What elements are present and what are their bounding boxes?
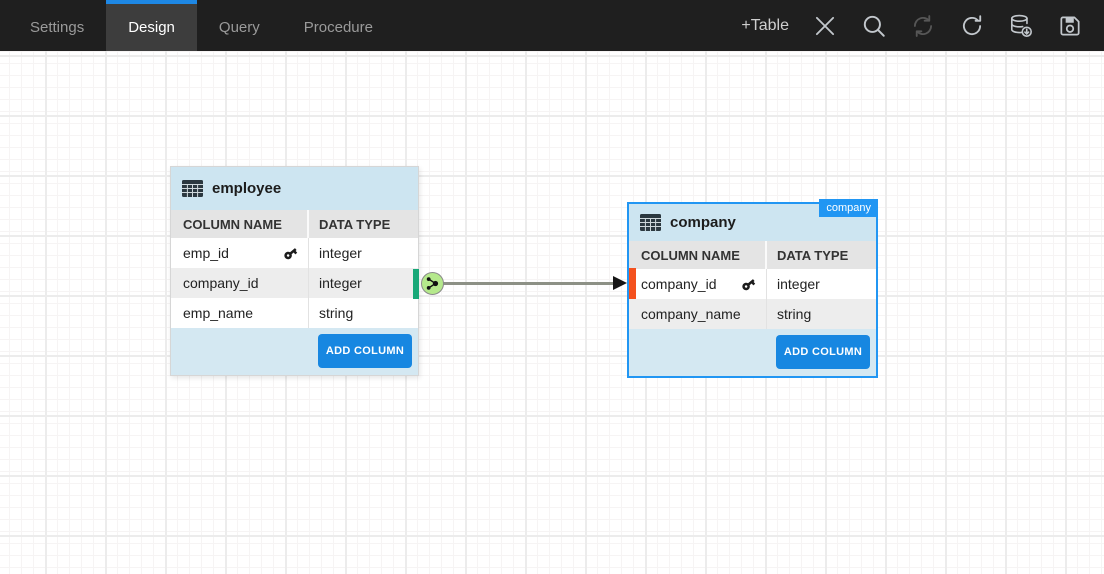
- primary-key-icon: [738, 273, 759, 294]
- column-type: integer: [767, 276, 876, 292]
- columns-header-row: COLUMN NAME DATA TYPE: [171, 210, 418, 238]
- table-header-employee[interactable]: employee: [171, 167, 418, 210]
- column-name: company_id: [641, 276, 717, 292]
- column-type: string: [767, 306, 876, 322]
- data-type-header: DATA TYPE: [309, 217, 418, 232]
- table-row[interactable]: company_id integer: [171, 268, 418, 298]
- tab-design[interactable]: Design: [106, 0, 197, 51]
- relation-fork-icon: [424, 275, 441, 292]
- column-name-header: COLUMN NAME: [629, 241, 767, 269]
- table-grid-icon: [182, 180, 203, 197]
- add-table-button[interactable]: +Table: [741, 17, 789, 35]
- table-row[interactable]: company_id integer: [629, 269, 876, 299]
- data-type-header: DATA TYPE: [767, 248, 876, 263]
- db-export-icon[interactable]: [1008, 13, 1034, 39]
- table-row[interactable]: company_name string: [629, 299, 876, 329]
- column-type: integer: [309, 245, 418, 261]
- column-name: company_name: [641, 306, 741, 322]
- table-row[interactable]: emp_id integer: [171, 238, 418, 268]
- nav-tabs: Settings Design Query Procedure: [0, 0, 395, 51]
- table-footer: ADD COLUMN: [171, 328, 418, 375]
- toolbar: +Table: [741, 0, 1104, 51]
- columns-header-row: COLUMN NAME DATA TYPE: [629, 241, 876, 269]
- table-grid-icon: [640, 214, 661, 231]
- top-navbar: Settings Design Query Procedure +Table: [0, 0, 1104, 51]
- sync-icon[interactable]: [910, 13, 936, 39]
- tab-query[interactable]: Query: [197, 0, 282, 51]
- relation-connector-handle[interactable]: [421, 272, 444, 295]
- tab-settings[interactable]: Settings: [8, 0, 106, 51]
- table-row[interactable]: emp_name string: [171, 298, 418, 328]
- relation-target-anchor[interactable]: [629, 268, 636, 299]
- column-name: emp_id: [183, 245, 229, 261]
- relation-line[interactable]: [443, 282, 615, 285]
- table-name: employee: [212, 180, 281, 197]
- save-icon[interactable]: [1057, 13, 1083, 39]
- column-name: company_id: [183, 275, 259, 291]
- add-column-button[interactable]: ADD COLUMN: [776, 335, 870, 369]
- refresh-icon[interactable]: [959, 13, 985, 39]
- column-type: string: [309, 305, 418, 321]
- table-name: company: [670, 214, 736, 231]
- tab-procedure[interactable]: Procedure: [282, 0, 395, 51]
- relation-arrowhead-icon: [613, 276, 627, 290]
- search-icon[interactable]: [861, 13, 887, 39]
- table-footer: ADD COLUMN: [629, 329, 876, 376]
- column-name: emp_name: [183, 305, 253, 321]
- table-selection-badge: company: [819, 199, 878, 217]
- close-icon[interactable]: [812, 13, 838, 39]
- table-card-employee[interactable]: employee COLUMN NAME DATA TYPE emp_id in…: [170, 166, 419, 376]
- column-type: integer: [309, 275, 418, 291]
- design-canvas[interactable]: employee COLUMN NAME DATA TYPE emp_id in…: [0, 51, 1104, 574]
- relation-source-anchor[interactable]: [413, 269, 419, 299]
- table-card-company[interactable]: company company COLUMN NAME DATA TYPE co…: [627, 202, 878, 378]
- primary-key-icon: [280, 242, 301, 263]
- add-column-button[interactable]: ADD COLUMN: [318, 334, 412, 368]
- column-name-header: COLUMN NAME: [171, 210, 309, 238]
